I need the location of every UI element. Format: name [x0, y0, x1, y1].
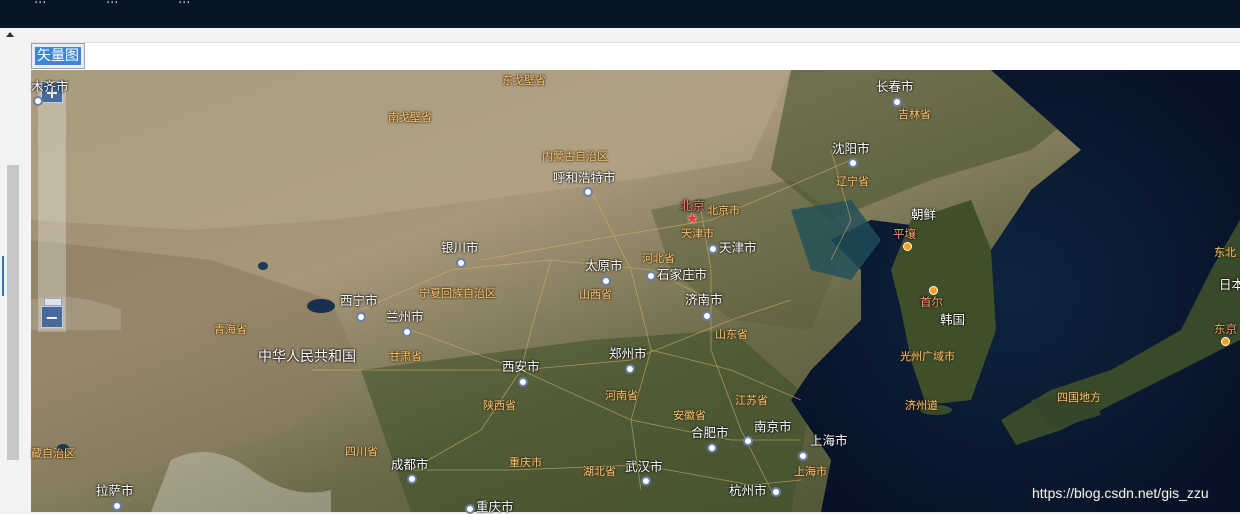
city-label: 成都市 [391, 457, 429, 472]
foreign-place-label: 平壤 [893, 227, 916, 241]
city-dot [641, 476, 651, 486]
city-dot [708, 244, 718, 254]
scrollbar-thumb[interactable] [7, 165, 19, 460]
city-label: 长春市 [876, 79, 914, 94]
foreign-place-label: 四国地方 [1057, 391, 1101, 404]
city-label: 拉萨市 [96, 483, 134, 498]
province-label: 青海省 [214, 323, 247, 336]
zoom-slider-track[interactable] [38, 82, 66, 332]
city-dot [33, 96, 43, 106]
province-label: 湖北省 [583, 465, 616, 478]
province-label: 内蒙古自治区 [542, 150, 608, 163]
vector-map-button-label: 矢量图 [35, 47, 81, 65]
city-dot [456, 258, 466, 268]
top-navigation-bar: ... ... ... [0, 0, 1240, 28]
country-label-china: 中华人民共和国 [258, 349, 356, 365]
province-label: 四川省 [345, 445, 378, 458]
zoom-slider-handle[interactable] [44, 298, 62, 306]
city-dot [625, 364, 635, 374]
city-dot [798, 451, 808, 461]
foreign-place-label: 东京 [1214, 322, 1237, 336]
city-label: 郑州市 [609, 346, 647, 361]
city-label: 兰州市 [386, 309, 424, 324]
province-label: 辽宁省 [836, 175, 869, 188]
capital-star-icon: ★ [686, 211, 699, 227]
province-label: 山西省 [579, 288, 612, 301]
foreign-place-label: 东北 [1214, 246, 1236, 259]
province-label: 河北省 [642, 252, 675, 265]
province-label: 上海市 [794, 465, 827, 478]
country-label-north-korea: 朝鲜 [911, 207, 937, 222]
city-dot [771, 487, 781, 497]
city-label: 银川市 [441, 240, 479, 255]
city-label: 西宁市 [340, 293, 378, 308]
city-label: 杭州市 [729, 483, 767, 498]
city-dot [601, 276, 611, 286]
city-label: 南京市 [754, 419, 792, 434]
top-menu-item-2[interactable]: ... [106, 0, 118, 7]
province-label: 重庆市 [509, 456, 542, 469]
top-menu-item-1[interactable]: ... [34, 0, 46, 7]
foreign-place-label: 光州广域市 [900, 350, 955, 363]
city-dot [465, 504, 475, 514]
capital-label: 北京 [680, 198, 706, 213]
city-dot [646, 271, 656, 281]
city-label: 木齐市 [31, 79, 69, 94]
city-label: 济南市 [685, 292, 723, 307]
vector-map-button[interactable]: 矢量图 [31, 43, 85, 69]
city-dot [407, 474, 417, 484]
city-dot [743, 436, 753, 446]
city-dot [892, 97, 902, 107]
city-dot [518, 377, 528, 387]
scroll-up-arrow-icon[interactable] [6, 32, 14, 37]
city-dot [583, 187, 593, 197]
province-label: 吉林省 [898, 108, 931, 121]
country-label-south-korea: 韩国 [940, 312, 966, 327]
city-dot [848, 158, 858, 168]
city-label: 西安市 [502, 359, 540, 374]
province-label: 安徽省 [673, 409, 706, 422]
province-label: 陕西省 [483, 399, 516, 412]
satellite-map[interactable] [31, 70, 1240, 512]
city-dot-orange [929, 286, 938, 295]
province-label: 藏自治区 [31, 447, 75, 460]
country-label-japan: 日本 [1219, 277, 1240, 292]
city-label: 太原市 [585, 258, 623, 273]
province-label: 山东省 [715, 328, 748, 341]
province-label: 甘肃省 [389, 350, 422, 363]
foreign-place-label: 首尔 [920, 295, 943, 309]
province-label: 东戈壁省 [502, 74, 546, 87]
city-label: 合肥市 [691, 425, 729, 440]
city-dot [356, 312, 366, 322]
city-dot [702, 311, 712, 321]
map-imagery [31, 70, 1240, 512]
city-label: 上海市 [810, 433, 848, 448]
foreign-place-label: 济州道 [905, 399, 938, 412]
city-label: 武汉市 [625, 459, 663, 474]
province-label: 南戈壁省 [388, 111, 432, 124]
province-label: 宁夏回族自治区 [419, 287, 496, 300]
map-toolbar [31, 42, 1240, 71]
scroll-position-marker [2, 256, 4, 296]
province-label: 江苏省 [735, 394, 768, 407]
city-label: 石家庄市 [657, 267, 708, 282]
city-label: 天津市 [719, 240, 757, 255]
watermark-url: https://blog.csdn.net/gis_zzu [1032, 485, 1209, 501]
city-dot [112, 501, 122, 511]
city-dot-orange [1221, 337, 1230, 346]
city-dot [402, 327, 412, 337]
city-label: 沈阳市 [832, 141, 870, 156]
city-dot-orange [903, 242, 912, 251]
city-dot [707, 443, 717, 453]
province-label: 天津市 [681, 227, 714, 240]
city-label: 呼和浩特市 [553, 170, 616, 185]
province-label: 北京市 [707, 204, 740, 217]
top-menu-item-3[interactable]: ... [178, 0, 190, 7]
zoom-out-button[interactable]: − [41, 306, 63, 328]
province-label: 河南省 [605, 389, 638, 402]
